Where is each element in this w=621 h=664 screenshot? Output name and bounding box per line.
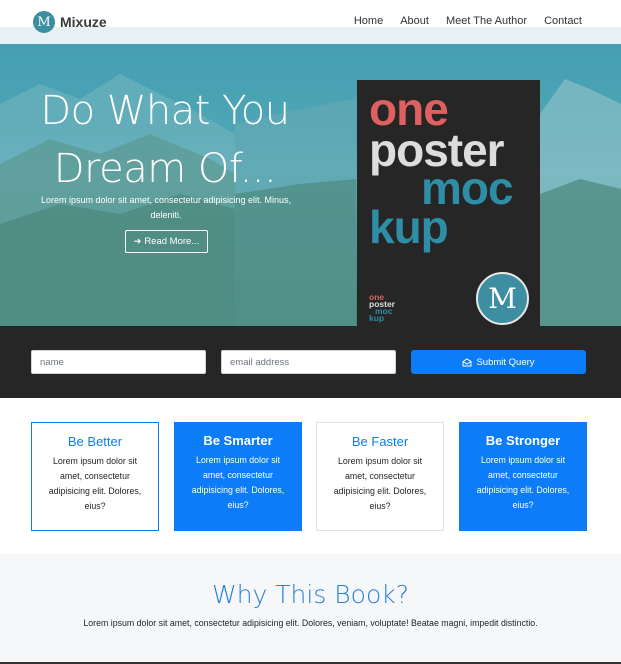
envelope-icon <box>462 357 472 366</box>
read-more-label: Read More... <box>144 236 200 247</box>
why-section: Why This Book? Lorem ipsum dolor sit ame… <box>0 554 621 662</box>
card-text: Lorem ipsum dolor sit amet, consectetur … <box>48 456 142 511</box>
poster-mini-logo: one poster moc kup <box>369 293 395 323</box>
read-more-button[interactable]: ➜ Read More... <box>125 230 208 253</box>
card-text: Lorem ipsum dolor sit amet, consectetur … <box>476 455 570 510</box>
feature-card-better: Be Better Lorem ipsum dolor sit amet, co… <box>31 422 159 531</box>
hero-title: Do What You Dream Of... <box>20 82 310 198</box>
nav-link-about[interactable]: About <box>400 15 429 27</box>
card-title: Be Stronger <box>485 433 561 448</box>
feature-cards: Be Better Lorem ipsum dolor sit amet, co… <box>0 398 621 554</box>
hero-title-line-2: Dream Of... <box>53 146 277 192</box>
card-text: Lorem ipsum dolor sit amet, consectetur … <box>333 456 427 511</box>
hero-text: Lorem ipsum dolor sit amet, consectetur … <box>40 195 292 220</box>
nav-links: Home About Meet The Author Contact <box>337 15 582 27</box>
navbar: M Mixuze Home About Meet The Author Cont… <box>0 0 621 44</box>
submit-button[interactable]: Submit Query <box>411 350 586 374</box>
brand-name: Mixuze <box>60 14 107 30</box>
arrow-right-icon: ➜ <box>133 236 142 246</box>
nav-link-author[interactable]: Meet The Author <box>446 15 527 27</box>
feature-card-stronger: Be Stronger Lorem ipsum dolor sit amet, … <box>459 422 587 531</box>
feature-card-smarter: Be Smarter Lorem ipsum dolor sit amet, c… <box>174 422 302 531</box>
submit-label: Submit Query <box>476 356 535 368</box>
hero-title-line-1: Do What You <box>40 88 290 134</box>
hero-section: Do What You Dream Of... Lorem ipsum dolo… <box>0 44 621 326</box>
nav-link-home[interactable]: Home <box>354 15 383 27</box>
brand[interactable]: M Mixuze <box>33 10 107 34</box>
card-title: Be Faster <box>351 434 409 449</box>
why-text: Lorem ipsum dolor sit amet, consectetur … <box>83 618 538 628</box>
book-poster: one poster moc kup one poster moc kup M <box>357 80 540 326</box>
brand-logo-icon: M <box>33 11 55 33</box>
poster-word-kup: kup <box>369 201 449 253</box>
name-input[interactable]: name <box>31 350 206 374</box>
poster-mini-kup: kup <box>369 313 385 323</box>
why-heading: Why This Book? <box>211 580 410 609</box>
poster-badge-icon: M <box>476 272 529 325</box>
feature-card-faster: Be Faster Lorem ipsum dolor sit amet, co… <box>316 422 444 531</box>
email-input[interactable]: email address <box>221 350 396 374</box>
card-title: Be Better <box>67 434 123 449</box>
signup-form: name email address Submit Query <box>0 326 621 398</box>
card-title: Be Smarter <box>203 433 273 448</box>
nav-link-contact[interactable]: Contact <box>544 15 582 27</box>
card-text: Lorem ipsum dolor sit amet, consectetur … <box>191 455 285 510</box>
